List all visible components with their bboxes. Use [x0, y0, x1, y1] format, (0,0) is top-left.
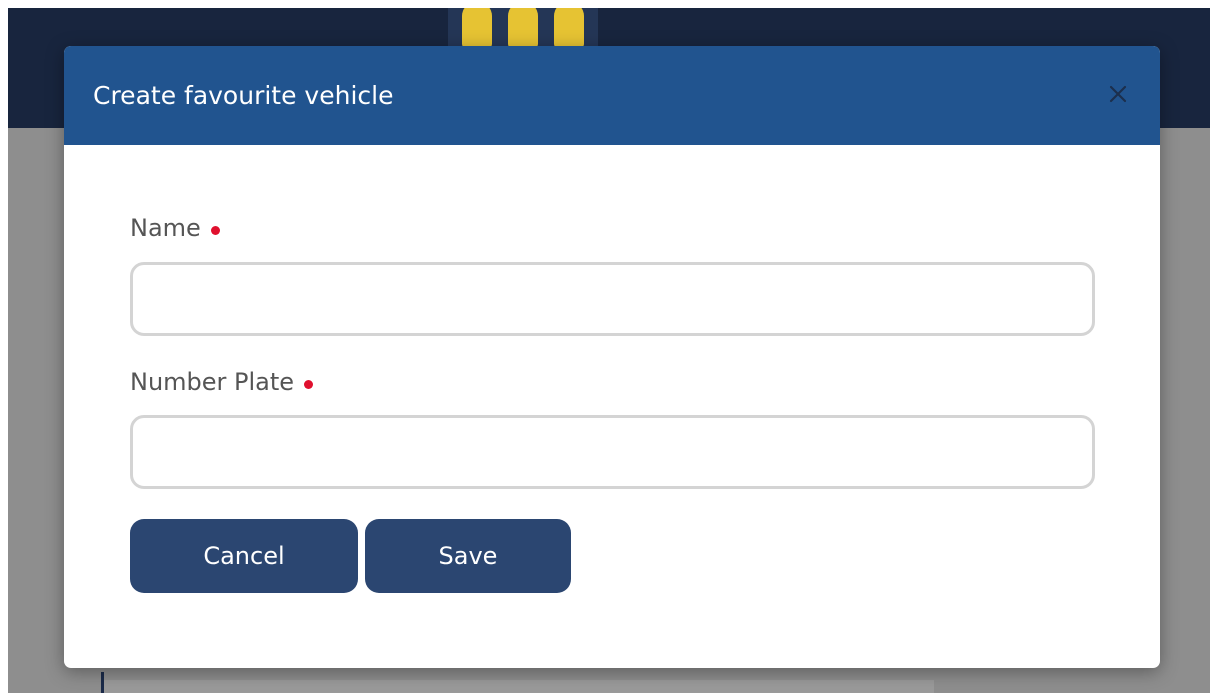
page: Create favourite vehicle Name Number Pla… [0, 0, 1210, 693]
close-button[interactable] [1102, 78, 1134, 110]
dialog-title: Create favourite vehicle [93, 81, 394, 110]
required-indicator [210, 226, 220, 235]
app-content-strip [104, 680, 934, 693]
number-plate-label-text: Number Plate [130, 368, 295, 396]
name-input[interactable] [130, 262, 1095, 336]
save-button[interactable]: Save [365, 519, 571, 593]
create-vehicle-dialog: Create favourite vehicle Name Number Pla… [64, 46, 1160, 668]
required-indicator [304, 380, 314, 389]
number-plate-input[interactable] [130, 415, 1095, 489]
name-label: Name [130, 214, 220, 242]
name-label-text: Name [130, 214, 201, 242]
number-plate-label: Number Plate [130, 368, 314, 396]
dialog-header: Create favourite vehicle [64, 46, 1160, 145]
close-icon [1109, 85, 1127, 103]
cancel-button[interactable]: Cancel [130, 519, 358, 593]
